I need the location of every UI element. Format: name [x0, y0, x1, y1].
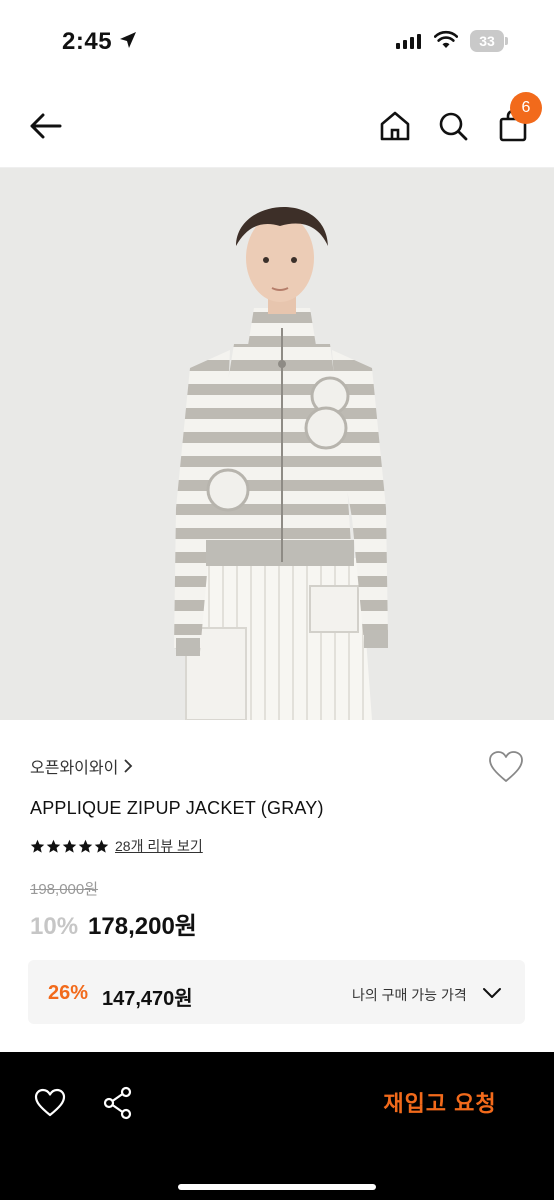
my-price: 147,470원	[102, 988, 193, 1010]
star-icon	[62, 839, 77, 853]
home-icon[interactable]	[378, 108, 412, 144]
restock-request-button[interactable]: 재입고 요청	[360, 1086, 520, 1122]
review-link[interactable]: 28개 리뷰 보기	[115, 836, 203, 856]
product-image[interactable]	[0, 168, 554, 720]
star-icon	[94, 839, 109, 853]
battery-level: 33	[479, 33, 495, 49]
rating-row: 28개 리뷰 보기	[30, 836, 203, 856]
wifi-icon	[434, 30, 458, 48]
top-nav	[0, 84, 554, 168]
my-price-dropdown[interactable]: 26% 147,470원 나의 구매 가능 가격	[28, 960, 525, 1024]
my-discount-rate: 26%	[48, 982, 89, 1004]
cellular-signal-icon	[396, 33, 421, 49]
price-row: 10% 178,200원	[30, 906, 197, 941]
star-icon	[78, 839, 93, 853]
my-price-label: 나의 구매 가능 가격	[352, 987, 467, 1003]
chevron-right-icon	[124, 759, 133, 773]
wishlist-heart-icon[interactable]	[488, 750, 524, 784]
home-indicator	[178, 1184, 376, 1190]
product-photo	[0, 168, 554, 720]
cart-count-badge: 6	[510, 92, 542, 124]
brand-name: 오픈와이와이	[30, 760, 119, 777]
star-icon	[46, 839, 61, 853]
bottom-action-bar: 재입고 요청	[0, 1052, 554, 1200]
battery-icon: 33	[470, 30, 508, 52]
status-time: 2:45	[62, 28, 113, 55]
status-bar: 2:45 33	[0, 0, 554, 84]
chevron-down-icon	[483, 988, 501, 998]
discount-rate: 10%	[30, 913, 79, 940]
star-icon	[30, 839, 45, 853]
location-arrow-icon	[120, 32, 136, 48]
star-rating	[30, 839, 109, 854]
share-icon[interactable]	[102, 1086, 134, 1120]
original-price: 198,000원	[30, 881, 99, 898]
product-name: APPLIQUE ZIPUP JACKET (GRAY)	[30, 798, 324, 818]
brand-link[interactable]: 오픈와이와이	[30, 754, 133, 778]
heart-icon[interactable]	[34, 1088, 66, 1118]
back-arrow-icon[interactable]	[26, 108, 64, 144]
search-icon[interactable]	[436, 108, 470, 144]
sale-price: 178,200원	[88, 913, 197, 940]
